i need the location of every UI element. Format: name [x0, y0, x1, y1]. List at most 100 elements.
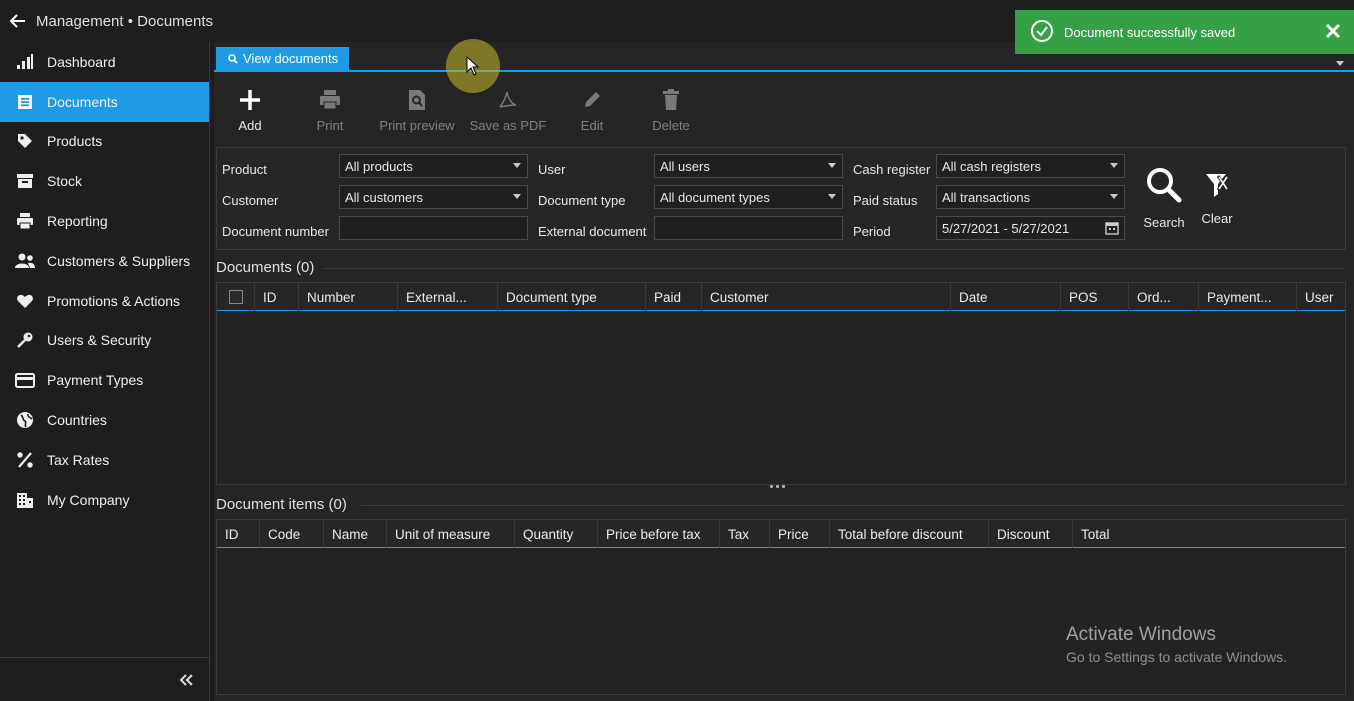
sidebar-item-label: Customers & Suppliers [47, 252, 191, 269]
column-header-user[interactable]: User [1297, 283, 1345, 311]
column-header-price-before-tax[interactable]: Price before tax [598, 520, 720, 548]
building-icon [14, 489, 36, 511]
sidebar-item-label: Products [47, 133, 103, 150]
print-preview-label: Print preview [379, 118, 455, 133]
column-header-name[interactable]: Name [324, 520, 387, 548]
clear-filter-button[interactable]: Clear [1187, 170, 1247, 226]
column-header-discount[interactable]: Discount [989, 520, 1073, 548]
section-divider [324, 268, 1344, 269]
print-button-label: Print [316, 118, 344, 133]
sidebar-item-label: My Company [47, 491, 130, 508]
customer-select-value: All customers [345, 189, 424, 205]
sidebar-item-users-security[interactable]: Users & Security [0, 321, 209, 361]
column-header-pos[interactable]: POS [1061, 283, 1129, 311]
save-as-pdf-label: Save as PDF [469, 118, 547, 133]
add-button[interactable]: Add [210, 86, 290, 133]
sidebar-item-label: Documents [47, 93, 118, 110]
period-label: Period [853, 224, 891, 239]
paid-status-select[interactable]: All transactions [936, 185, 1125, 209]
user-select[interactable]: All users [654, 154, 843, 178]
toolbar: Add Print Print preview Save as PDF Edit… [214, 74, 1354, 144]
calendar-icon[interactable] [1105, 221, 1119, 238]
column-header-number[interactable]: Number [299, 283, 398, 311]
printer-icon [14, 210, 36, 232]
document-number-input[interactable] [339, 216, 528, 240]
user-label: User [538, 162, 566, 177]
user-select-value: All users [660, 158, 710, 174]
mouse-pointer-icon [466, 56, 480, 76]
column-header-order[interactable]: Ord... [1129, 283, 1199, 311]
sidebar-item-documents[interactable]: Documents [0, 81, 209, 122]
column-header-paid[interactable]: Paid [646, 283, 702, 311]
grid-splitter-handle[interactable] [770, 485, 785, 488]
tab-dropdown-icon[interactable] [1336, 54, 1344, 69]
column-header-price[interactable]: Price [770, 520, 830, 548]
column-header-quantity[interactable]: Quantity [515, 520, 598, 548]
column-header-unit-of-measure[interactable]: Unit of measure [387, 520, 515, 548]
heart-icon [14, 290, 36, 312]
sidebar-item-promotions[interactable]: Promotions & Actions [0, 281, 209, 321]
sidebar-item-products[interactable]: Products [0, 122, 209, 162]
users-icon [14, 250, 36, 272]
sidebar-footer [0, 657, 210, 701]
save-as-pdf-button[interactable]: Save as PDF [468, 86, 548, 133]
clear-button-label: Clear [1201, 211, 1233, 226]
customer-select[interactable]: All customers [339, 185, 528, 209]
sidebar-item-my-company[interactable]: My Company [0, 480, 209, 520]
edit-button[interactable]: Edit [552, 86, 632, 133]
sidebar-item-reporting[interactable]: Reporting [0, 201, 209, 241]
paid-status-label: Paid status [853, 193, 918, 208]
search-button[interactable]: Search [1134, 166, 1194, 230]
sidebar-item-tax-rates[interactable]: Tax Rates [0, 440, 209, 480]
sidebar-item-label: Tax Rates [47, 451, 110, 468]
windows-activation-watermark: Activate Windows Go to Settings to activ… [1066, 624, 1287, 665]
select-all-checkbox[interactable] [229, 290, 243, 304]
delete-button[interactable]: Delete [631, 86, 711, 133]
column-header-document-type[interactable]: Document type [498, 283, 646, 311]
external-document-label: External document [538, 224, 647, 239]
sidebar-item-customers-suppliers[interactable]: Customers & Suppliers [0, 241, 209, 281]
external-document-input[interactable] [654, 216, 843, 240]
column-header-external[interactable]: External... [398, 283, 498, 311]
sidebar-item-stock[interactable]: Stock [0, 161, 209, 201]
back-arrow-icon[interactable] [0, 0, 36, 42]
document-type-select[interactable]: All document types [654, 185, 843, 209]
document-type-select-value: All document types [660, 189, 770, 205]
toast-message: Document successfully saved [1064, 24, 1236, 40]
print-preview-button[interactable]: Print preview [377, 86, 457, 133]
close-icon[interactable] [1324, 22, 1342, 40]
column-header-payment[interactable]: Payment... [1199, 283, 1297, 311]
sidebar-item-dashboard[interactable]: Dashboard [0, 42, 209, 82]
document-number-label: Document number [222, 224, 329, 239]
column-header-tax[interactable]: Tax [720, 520, 770, 548]
collapse-sidebar-icon[interactable] [174, 668, 198, 692]
column-header-total-before-discount[interactable]: Total before discount [830, 520, 989, 548]
filter-panel: Product All products Customer All custom… [216, 147, 1346, 250]
sidebar: Dashboard Documents Products Stock Repor… [0, 42, 210, 701]
column-header-total[interactable]: Total [1073, 520, 1133, 548]
period-value: 5/27/2021 - 5/27/2021 [942, 220, 1070, 236]
column-header-code[interactable]: Code [260, 520, 324, 548]
column-header-date[interactable]: Date [951, 283, 1061, 311]
sidebar-item-label: Countries [47, 412, 107, 429]
sidebar-item-label: Reporting [47, 213, 108, 230]
sidebar-item-countries[interactable]: Countries [0, 400, 209, 440]
period-date-range[interactable]: 5/27/2021 - 5/27/2021 [936, 216, 1125, 240]
add-button-label: Add [238, 118, 262, 133]
edit-button-label: Edit [580, 118, 604, 133]
column-header-id[interactable]: ID [255, 283, 299, 311]
paid-status-select-value: All transactions [942, 189, 1031, 205]
column-header-customer[interactable]: Customer [702, 283, 951, 311]
product-select[interactable]: All products [339, 154, 528, 178]
sidebar-item-payment-types[interactable]: Payment Types [0, 360, 209, 400]
watermark-line-1: Activate Windows [1066, 624, 1216, 645]
plus-icon [239, 86, 261, 114]
bar-chart-icon [14, 51, 36, 73]
printer-icon [319, 86, 341, 114]
column-header-id[interactable]: ID [217, 520, 260, 548]
tab-view-documents[interactable]: View documents [216, 47, 349, 70]
print-button[interactable]: Print [290, 86, 370, 133]
document-items-grid-header: ID Code Name Unit of measure Quantity Pr… [217, 520, 1345, 548]
product-select-value: All products [345, 158, 413, 174]
cash-register-select[interactable]: All cash registers [936, 154, 1125, 178]
